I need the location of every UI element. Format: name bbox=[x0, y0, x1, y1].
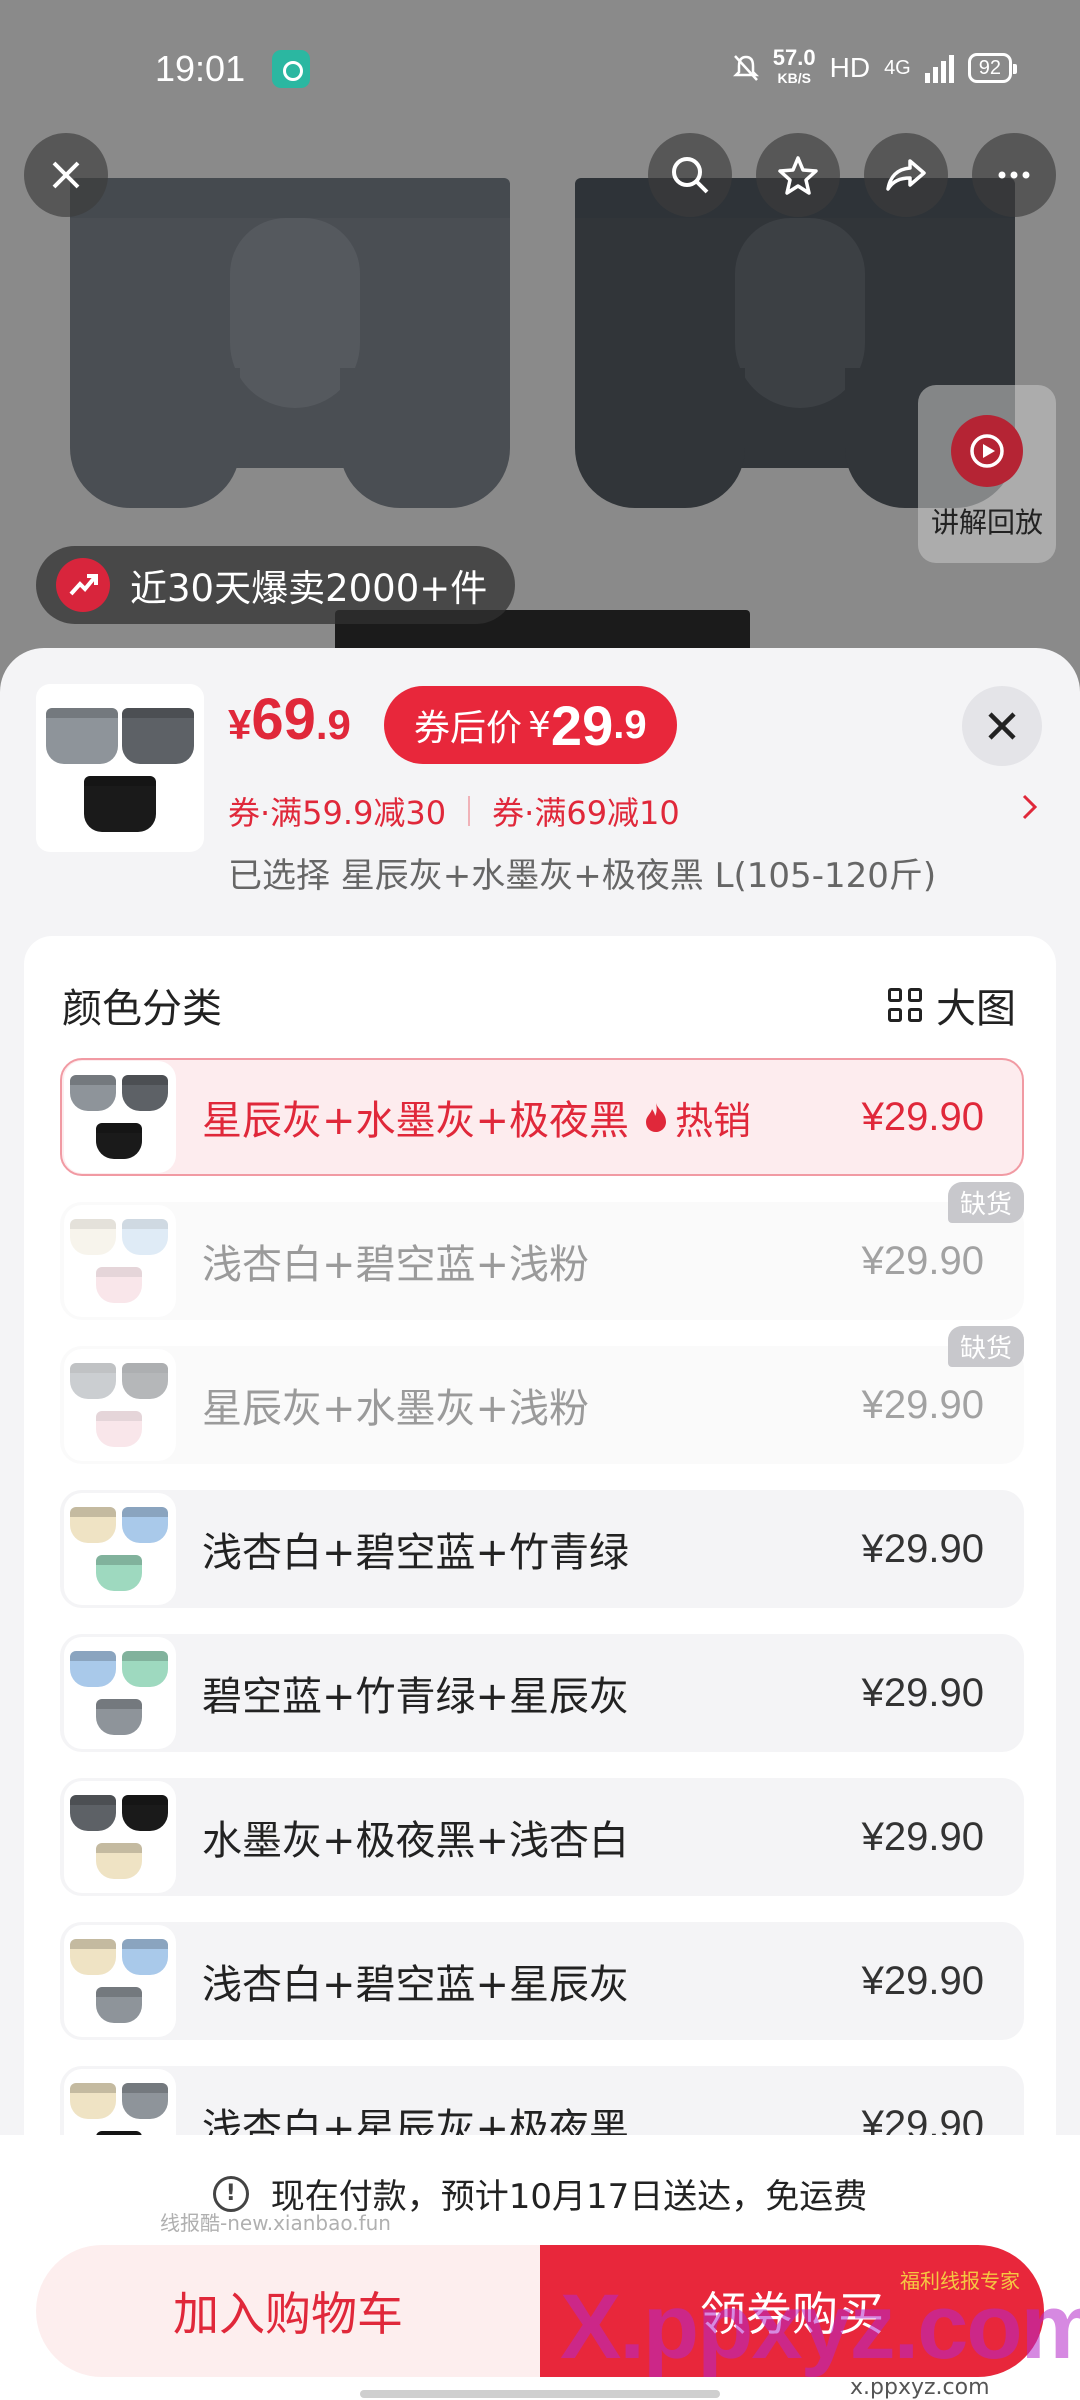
chevron-right-icon[interactable] bbox=[1020, 792, 1040, 826]
share-icon bbox=[886, 159, 926, 191]
coupon-list[interactable]: 券·满59.9减30 券·满69减10 bbox=[228, 788, 680, 834]
big-image-label: 大图 bbox=[936, 986, 1016, 1032]
option-price: ¥29.90 bbox=[861, 1382, 984, 1427]
color-option[interactable]: 水墨灰+极夜黑+浅杏白 ¥29.90 bbox=[60, 1778, 1024, 1896]
option-thumbnail bbox=[64, 1205, 176, 1317]
out-of-stock-badge: 缺货 bbox=[947, 1182, 1024, 1223]
option-label: 碧空蓝+竹青绿+星辰灰 bbox=[202, 1674, 630, 1720]
watermark-text: 线报酷-new.xianbao.fun bbox=[160, 2211, 391, 2235]
out-of-stock-badge: 缺货 bbox=[947, 1326, 1024, 1367]
live-replay-button[interactable]: 讲解回放 bbox=[918, 385, 1056, 563]
favorite-button[interactable] bbox=[756, 133, 840, 217]
close-icon bbox=[988, 712, 1016, 740]
close-sheet-button[interactable] bbox=[962, 686, 1042, 766]
coupon-item: 券·满59.9减30 bbox=[228, 794, 447, 832]
notification-app-icon bbox=[272, 50, 310, 88]
home-indicator[interactable] bbox=[360, 2390, 720, 2398]
search-icon bbox=[672, 157, 709, 194]
coupon-item: 券·满69减10 bbox=[492, 794, 680, 832]
hot-badge: 热销 bbox=[643, 1090, 751, 1145]
battery-indicator: 92 bbox=[967, 53, 1018, 83]
more-button[interactable] bbox=[972, 133, 1056, 217]
more-icon bbox=[998, 171, 1030, 179]
search-button[interactable] bbox=[648, 133, 732, 217]
option-thumbnail bbox=[64, 1349, 176, 1461]
close-button[interactable] bbox=[24, 133, 108, 217]
trending-up-icon bbox=[56, 558, 110, 612]
option-label: 浅杏白+碧空蓝+星辰灰 bbox=[202, 1962, 630, 2008]
option-label: 星辰灰+水墨灰+极夜黑 bbox=[202, 1098, 630, 1144]
option-label: 星辰灰+水墨灰+浅粉 bbox=[202, 1386, 590, 1432]
mute-bell-icon bbox=[732, 54, 759, 82]
option-price: ¥29.90 bbox=[861, 1238, 984, 1283]
color-option[interactable]: 浅杏白+碧空蓝+浅粉 ¥29.90 bbox=[60, 1202, 1024, 1320]
option-price: ¥29.90 bbox=[861, 1958, 984, 2003]
color-option[interactable]: 浅杏白+碧空蓝+竹青绿 ¥29.90 bbox=[60, 1490, 1024, 1608]
option-label: 水墨灰+极夜黑+浅杏白 bbox=[202, 1818, 630, 1864]
watermark-brand: 福利线报专家 bbox=[900, 2269, 1020, 2293]
color-option[interactable]: 碧空蓝+竹青绿+星辰灰 ¥29.90 bbox=[60, 1634, 1024, 1752]
section-title: 颜色分类 bbox=[62, 986, 222, 1032]
flame-icon bbox=[646, 1103, 667, 1132]
star-icon bbox=[778, 156, 818, 195]
option-thumbnail bbox=[64, 1637, 176, 1749]
coupon-price-badge: 券后价 ¥ 29 .9 bbox=[384, 686, 677, 764]
grid-icon bbox=[888, 988, 922, 1022]
option-price: ¥29.90 bbox=[861, 1094, 984, 1139]
status-bar: 19:01 57.0 KB/S HD 4G 92 bbox=[0, 0, 1080, 140]
color-option[interactable]: 浅杏白+碧空蓝+星辰灰 ¥29.90 bbox=[60, 1922, 1024, 2040]
option-label: 浅杏白+碧空蓝+浅粉 bbox=[202, 1242, 590, 1288]
option-thumbnail bbox=[64, 1781, 176, 1893]
watermark-url: x.ppxyz.com bbox=[850, 2375, 990, 2400]
big-image-toggle[interactable]: 大图 bbox=[888, 976, 1016, 1034]
color-option[interactable]: 星辰灰+水墨灰+浅粉 ¥29.90 bbox=[60, 1346, 1024, 1464]
selected-product-thumbnail[interactable] bbox=[36, 684, 204, 852]
original-price: ¥69.9 bbox=[228, 687, 351, 752]
option-label: 浅杏白+碧空蓝+竹青绿 bbox=[202, 1530, 630, 1576]
signal-icon bbox=[924, 53, 954, 83]
option-thumbnail bbox=[64, 1061, 176, 1173]
option-price: ¥29.90 bbox=[861, 1814, 984, 1859]
option-thumbnail bbox=[64, 1493, 176, 1605]
sales-badge: 近30天爆卖2000+件 bbox=[36, 546, 516, 624]
option-price: ¥29.90 bbox=[861, 1526, 984, 1571]
option-price: ¥29.90 bbox=[861, 1670, 984, 1715]
replay-label: 讲解回放 bbox=[930, 506, 1043, 539]
hd-indicator: HD bbox=[829, 52, 871, 83]
close-icon bbox=[52, 161, 80, 189]
network-speed: 57.0 KB/S bbox=[772, 45, 816, 87]
add-to-cart-button[interactable]: 加入购物车 bbox=[36, 2245, 540, 2377]
replay-icon bbox=[951, 415, 1023, 487]
color-option[interactable]: 星辰灰+水墨灰+极夜黑 热销 ¥29.90 bbox=[60, 1058, 1024, 1176]
network-type: 4G bbox=[884, 56, 911, 79]
selected-sku-info: 已选择 星辰灰+水墨灰+极夜黑 L(105-120斤) bbox=[228, 856, 937, 896]
option-thumbnail bbox=[64, 1925, 176, 2037]
product-brief-gray bbox=[70, 178, 510, 508]
share-button[interactable] bbox=[864, 133, 948, 217]
purchase-footer: ! 现在付款，预计10月17日送达，免运费 线报酷-new.xianbao.fu… bbox=[0, 2135, 1080, 2400]
status-time: 19:01 bbox=[155, 48, 246, 89]
sales-text: 近30天爆卖2000+件 bbox=[130, 567, 488, 610]
